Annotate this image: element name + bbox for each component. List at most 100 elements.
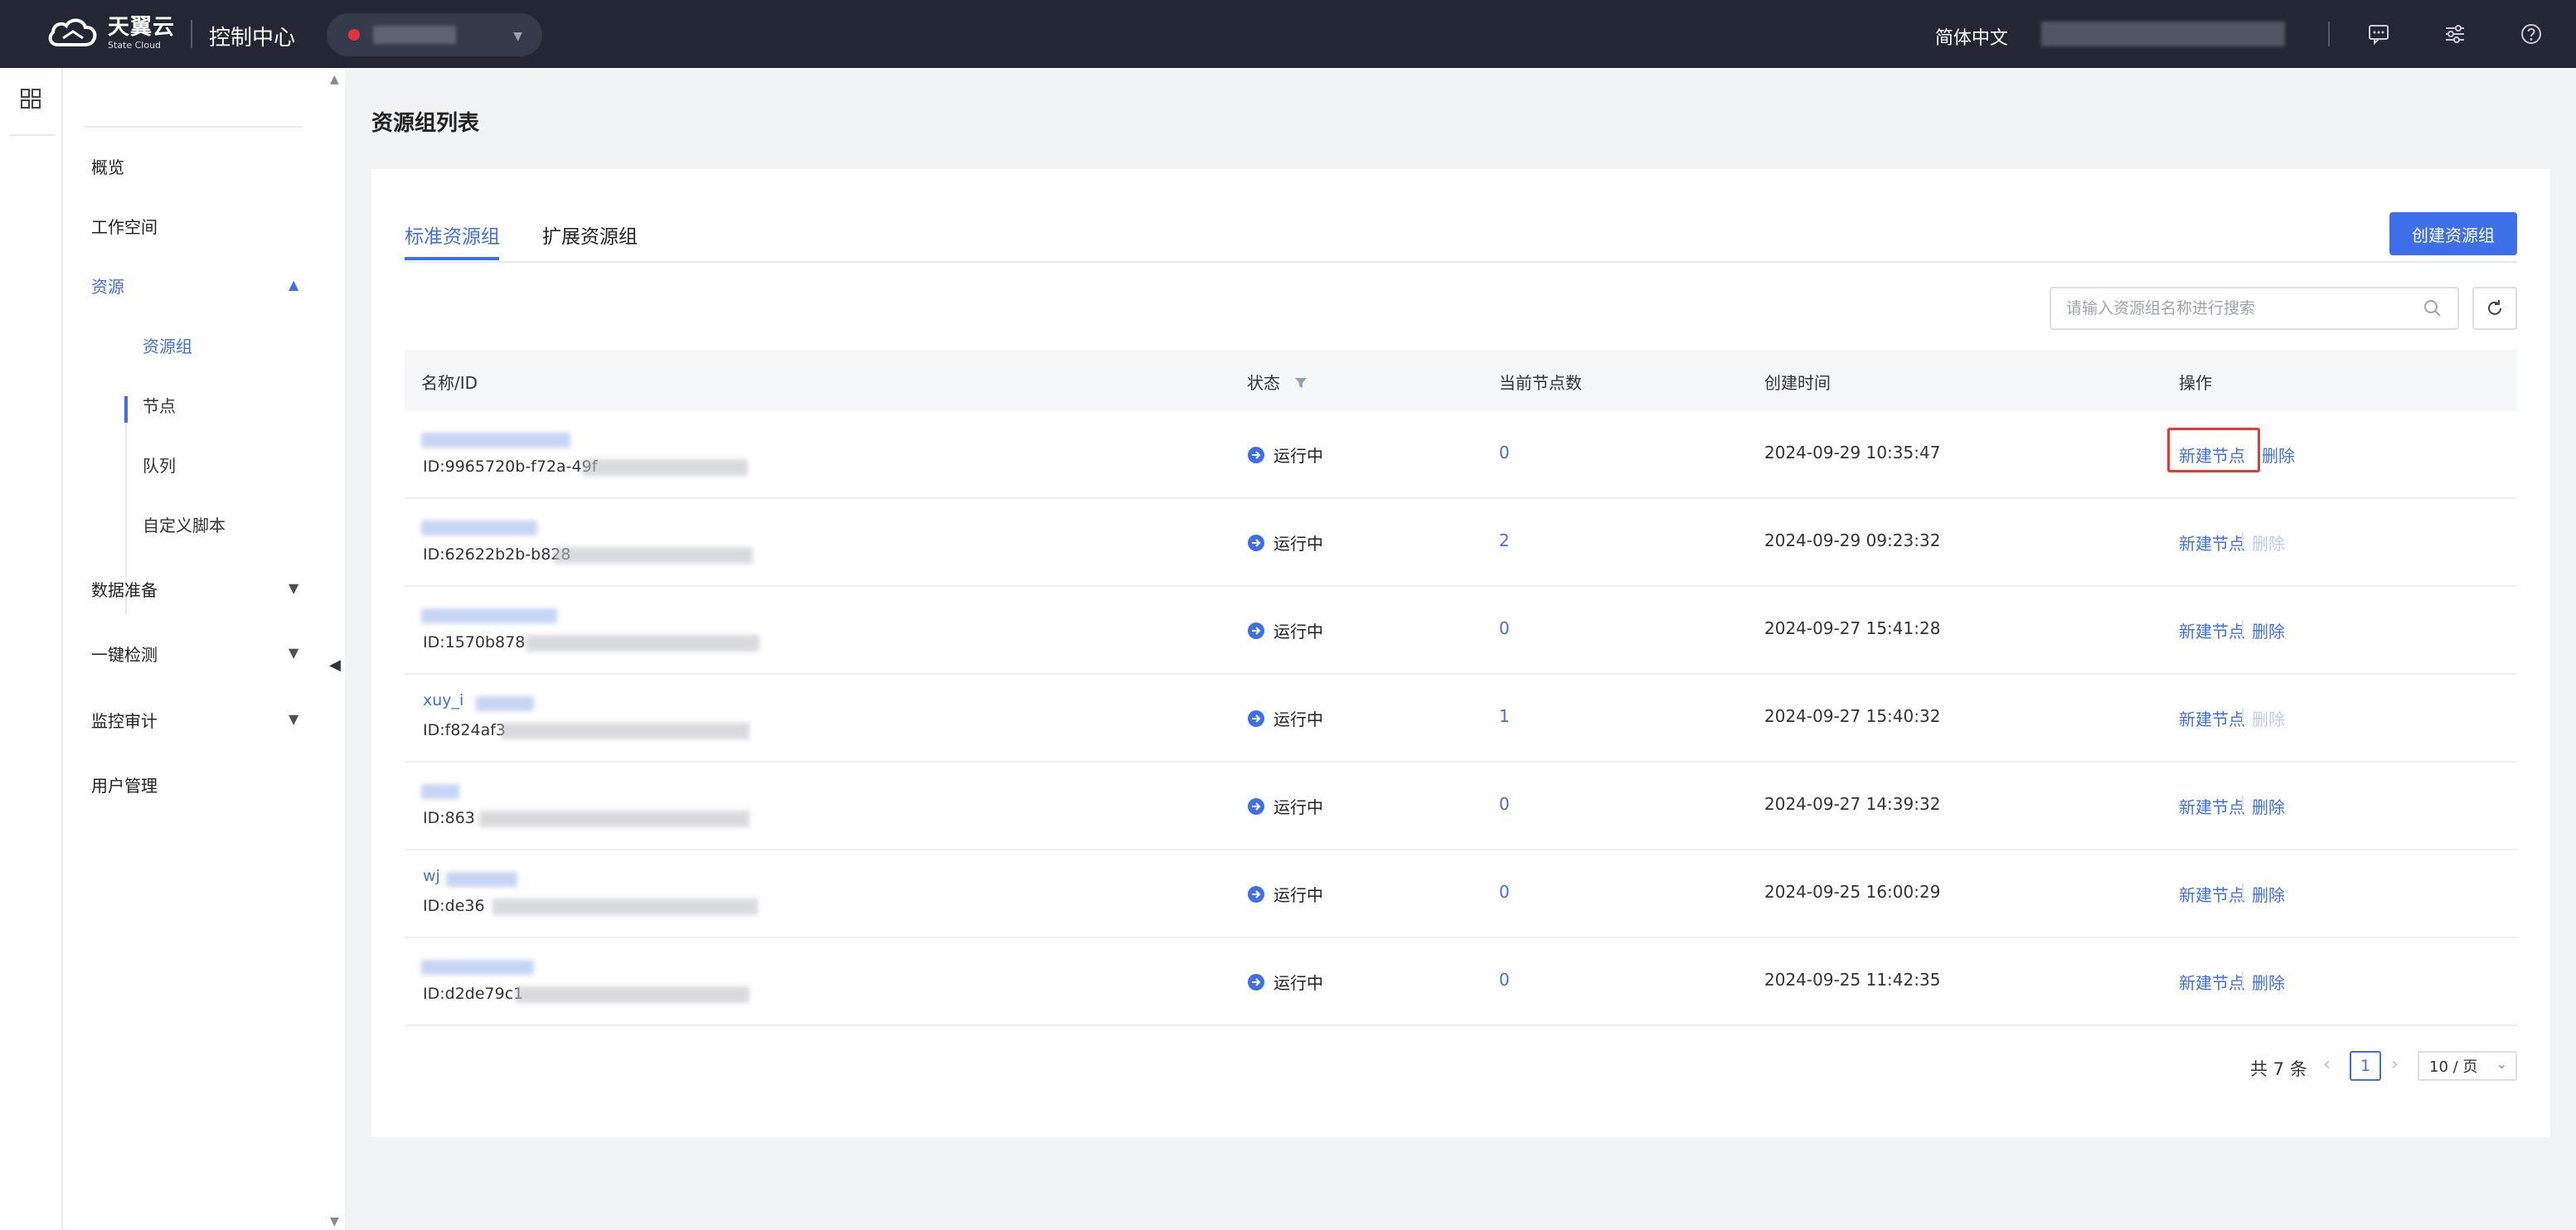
resource-name-redacted[interactable] <box>421 433 570 448</box>
delete-button[interactable]: 删除 <box>2252 618 2285 642</box>
resource-name[interactable]: wj <box>423 867 440 885</box>
pagination-page[interactable]: 1 <box>2350 1051 2381 1081</box>
resource-name-redacted[interactable] <box>421 784 459 799</box>
sidebar-item-resources[interactable]: 资源 <box>91 274 124 298</box>
chevron-left-icon[interactable]: ‹ <box>2323 1054 2331 1075</box>
active-tab-indicator <box>405 257 499 260</box>
divider <box>2242 971 2244 988</box>
running-status-icon <box>1248 885 1264 903</box>
sidebar-item-one-click-check[interactable]: 一键检测 <box>91 642 158 666</box>
status-badge: 运行中 <box>1247 443 1323 467</box>
search-icon[interactable] <box>2423 298 2443 318</box>
resource-name-redacted[interactable] <box>421 608 557 623</box>
running-status-icon <box>1248 534 1264 551</box>
sidebar-item-nodes[interactable]: 节点 <box>143 393 176 417</box>
help-icon[interactable] <box>2519 22 2544 46</box>
status-text: 运行中 <box>1273 622 1323 642</box>
chevron-left-icon: ◀ <box>329 656 341 674</box>
search-input[interactable] <box>2066 299 2423 317</box>
sidebar-item-monitor-audit[interactable]: 监控审计 <box>91 708 158 732</box>
grid-icon[interactable] <box>18 86 43 111</box>
running-status-icon <box>1248 446 1264 463</box>
left-rail <box>0 68 63 1230</box>
chevron-down-icon[interactable]: ▼ <box>289 645 298 661</box>
divider <box>85 126 302 128</box>
cloud-logo-icon <box>48 18 97 46</box>
status-badge: 运行中 <box>1247 794 1323 818</box>
node-count-link[interactable]: 1 <box>1499 706 1510 726</box>
node-count-link[interactable]: 0 <box>1499 443 1510 462</box>
tab-extended-resource-group[interactable]: 扩展资源组 <box>542 220 638 249</box>
page-size-select[interactable]: 10 / 页 ⌄ <box>2418 1051 2517 1081</box>
chevron-down-icon[interactable]: ▼ <box>289 711 298 727</box>
language-switch[interactable]: 简体中文 <box>1935 23 2008 50</box>
divider <box>10 134 55 136</box>
status-text: 运行中 <box>1273 885 1323 905</box>
page-title: 资源组列表 <box>371 111 480 136</box>
delete-button[interactable]: 删除 <box>2252 882 2285 906</box>
node-count-link[interactable]: 0 <box>1499 618 1510 638</box>
status-text: 运行中 <box>1273 709 1323 729</box>
created-time: 2024-09-27 14:39:32 <box>1764 794 1941 814</box>
sidebar-item-resource-group[interactable]: 资源组 <box>143 333 192 357</box>
new-node-button[interactable]: 新建节点 <box>2179 706 2245 730</box>
sidebar-item-user-management[interactable]: 用户管理 <box>91 772 158 797</box>
settings-sliders-icon[interactable] <box>2443 22 2467 46</box>
chat-icon[interactable] <box>2366 22 2391 46</box>
sidebar-item-queue[interactable]: 队列 <box>143 453 176 477</box>
chevron-down-icon: ⌄ <box>2496 1056 2507 1072</box>
refresh-button[interactable] <box>2472 287 2517 330</box>
sidebar-item-custom-script[interactable]: 自定义脚本 <box>143 512 226 536</box>
resource-name-redacted[interactable] <box>446 872 517 887</box>
resource-group-card: 标准资源组 扩展资源组 创建资源组 名称/ID 状态 当前节点数 创建时间 操作… <box>371 169 2550 1137</box>
chevron-down-icon: ▼ <box>513 30 522 43</box>
column-header-status-label: 状态 <box>1247 373 1280 393</box>
resource-name-redacted[interactable] <box>421 521 537 535</box>
sidebar-item-data-prep[interactable]: 数据准备 <box>91 577 158 601</box>
new-node-button[interactable]: 新建节点 <box>2179 970 2245 994</box>
delete-button[interactable]: 删除 <box>2252 970 2285 994</box>
sidebar-collapse-handle[interactable]: ◀ <box>325 643 345 686</box>
new-node-button[interactable]: 新建节点 <box>2179 618 2245 642</box>
node-count-link[interactable]: 0 <box>1499 882 1510 902</box>
chevron-right-icon[interactable]: › <box>2391 1054 2399 1075</box>
account-info-redacted[interactable] <box>2041 22 2285 46</box>
delete-button[interactable]: 删除 <box>2252 794 2285 818</box>
logo-text-cn: 天翼云 <box>108 15 176 40</box>
chevron-down-icon[interactable]: ▼ <box>289 580 298 596</box>
region-select[interactable]: ▼ <box>327 13 542 56</box>
new-node-button[interactable]: 新建节点 <box>2179 443 2245 467</box>
node-count-link[interactable]: 2 <box>1499 530 1510 550</box>
scroll-up-icon[interactable]: ▲ <box>330 73 339 86</box>
pagination-total: 共 7 条 <box>2250 1059 2307 1079</box>
resource-id: ID:9965720b-f72a-49f <box>423 458 598 476</box>
delete-button[interactable]: 删除 <box>2262 443 2295 467</box>
running-status-icon <box>1248 622 1264 639</box>
new-node-button[interactable]: 新建节点 <box>2179 530 2245 554</box>
id-redacted <box>492 898 758 915</box>
id-redacted <box>479 811 750 827</box>
resource-name-redacted[interactable] <box>421 960 534 975</box>
chevron-up-icon[interactable]: ▲ <box>289 277 298 293</box>
column-header-name: 名称/ID <box>421 373 478 393</box>
new-node-button[interactable]: 新建节点 <box>2179 794 2245 818</box>
resource-name-redacted[interactable] <box>476 696 534 711</box>
created-time: 2024-09-29 10:35:47 <box>1764 443 1941 462</box>
logo[interactable]: 天翼云 State Cloud <box>46 15 175 51</box>
divider <box>2242 796 2244 812</box>
table-row: ID:1570b878 运行中 0 2024-09-27 15:41:28 新建… <box>405 587 2517 675</box>
sidebar-item-overview[interactable]: 概览 <box>91 154 124 178</box>
status-text: 运行中 <box>1273 797 1323 817</box>
new-node-button[interactable]: 新建节点 <box>2179 882 2245 906</box>
node-count-link[interactable]: 0 <box>1499 794 1510 814</box>
tab-standard-resource-group[interactable]: 标准资源组 <box>405 220 500 249</box>
scroll-down-icon[interactable]: ▼ <box>330 1215 339 1228</box>
sidebar-item-workspace[interactable]: 工作空间 <box>91 214 158 238</box>
divider <box>191 20 192 48</box>
console-title[interactable]: 控制中心 <box>209 21 295 51</box>
filter-icon[interactable] <box>1293 375 1308 390</box>
resource-name[interactable]: xuy_i <box>423 691 463 709</box>
node-count-link[interactable]: 0 <box>1499 970 1510 990</box>
id-redacted <box>554 547 753 564</box>
create-resource-group-button[interactable]: 创建资源组 <box>2389 212 2517 255</box>
